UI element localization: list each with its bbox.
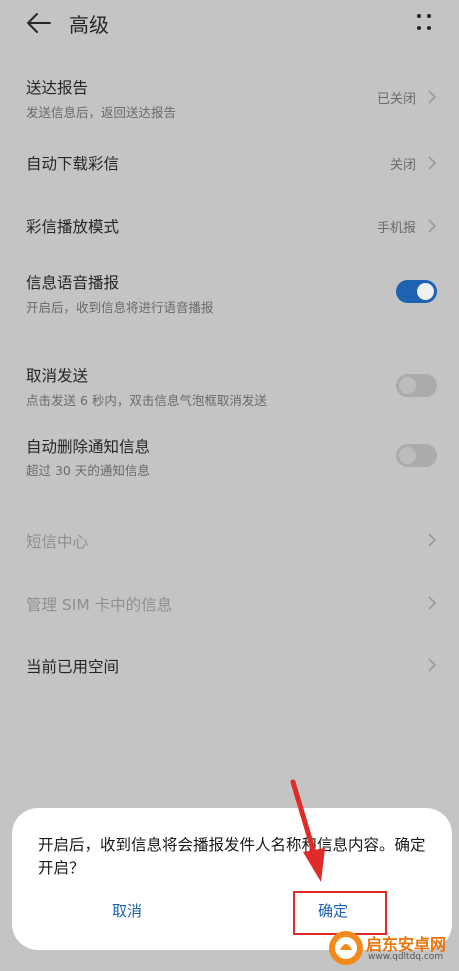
setting-value: 关闭: [389, 158, 416, 173]
page-title: 高级: [69, 13, 109, 37]
setting-label: 信息语音播报: [26, 274, 120, 292]
auto-delete-toggle[interactable]: [396, 444, 437, 467]
cancel-send-toggle[interactable]: [396, 374, 437, 397]
setting-label: 彩信播放模式: [26, 218, 120, 236]
setting-sms-center[interactable]: 短信中心: [0, 518, 459, 562]
setting-label: 取消发送: [26, 367, 89, 385]
setting-sublabel: 发送信息后，返回送达报告: [26, 105, 177, 120]
watermark-url: www.qdltdq.com: [368, 952, 444, 962]
setting-label: 自动删除通知信息: [26, 438, 151, 456]
setting-label: 自动下载彩信: [26, 155, 120, 173]
toggle-knob: [417, 283, 434, 300]
setting-sublabel: 点击发送 6 秒内，双击信息气泡框取消发送: [26, 393, 267, 408]
setting-label: 送达报告: [26, 79, 89, 97]
chevron-right-icon: [428, 533, 437, 547]
chevron-right-icon: [428, 219, 437, 233]
watermark: 启东安卓网 www.qdltdq.com: [326, 928, 459, 971]
chevron-right-icon: [428, 658, 437, 672]
setting-label: 管理 SIM 卡中的信息: [26, 596, 173, 614]
dialog-message: 开启后，收到信息将会播报发件人名称和信息内容。确定开启？: [38, 836, 426, 877]
setting-cancel-send: 取消发送 点击发送 6 秒内，双击信息气泡框取消发送: [0, 358, 459, 414]
setting-voice-broadcast: 信息语音播报 开启后，收到信息将进行语音播报: [0, 265, 459, 321]
chevron-right-icon: [428, 156, 437, 170]
setting-storage-used[interactable]: 当前已用空间: [0, 643, 459, 687]
setting-sublabel: 超过 30 天的通知信息: [26, 463, 150, 478]
more-icon[interactable]: [412, 10, 436, 34]
watermark-logo-icon: [329, 931, 363, 965]
arrow-left-icon[interactable]: [24, 8, 54, 38]
setting-label: 当前已用空间: [26, 658, 120, 676]
setting-mms-play-mode[interactable]: 彩信播放模式 手机报: [0, 203, 459, 247]
setting-auto-delete-notifications: 自动删除通知信息 超过 30 天的通知信息: [0, 429, 459, 485]
setting-label: 短信中心: [26, 533, 89, 551]
toggle-knob: [399, 377, 416, 394]
setting-auto-download-mms[interactable]: 自动下载彩信 关闭: [0, 140, 459, 184]
voice-broadcast-toggle[interactable]: [396, 280, 437, 303]
chevron-right-icon: [428, 90, 437, 104]
chevron-right-icon: [428, 596, 437, 610]
setting-sublabel: 开启后，收到信息将进行语音播报: [26, 300, 214, 315]
setting-delivery-report[interactable]: 送达报告 发送信息后，返回送达报告 已关闭: [0, 70, 459, 126]
setting-value: 手机报: [376, 221, 416, 236]
toggle-knob: [399, 447, 416, 464]
setting-value: 已关闭: [376, 92, 416, 107]
setting-manage-sim-messages[interactable]: 管理 SIM 卡中的信息: [0, 581, 459, 625]
app-bar: 高级: [0, 0, 459, 48]
red-arrow-icon: [290, 779, 325, 882]
cancel-button[interactable]: 取消: [112, 900, 142, 921]
